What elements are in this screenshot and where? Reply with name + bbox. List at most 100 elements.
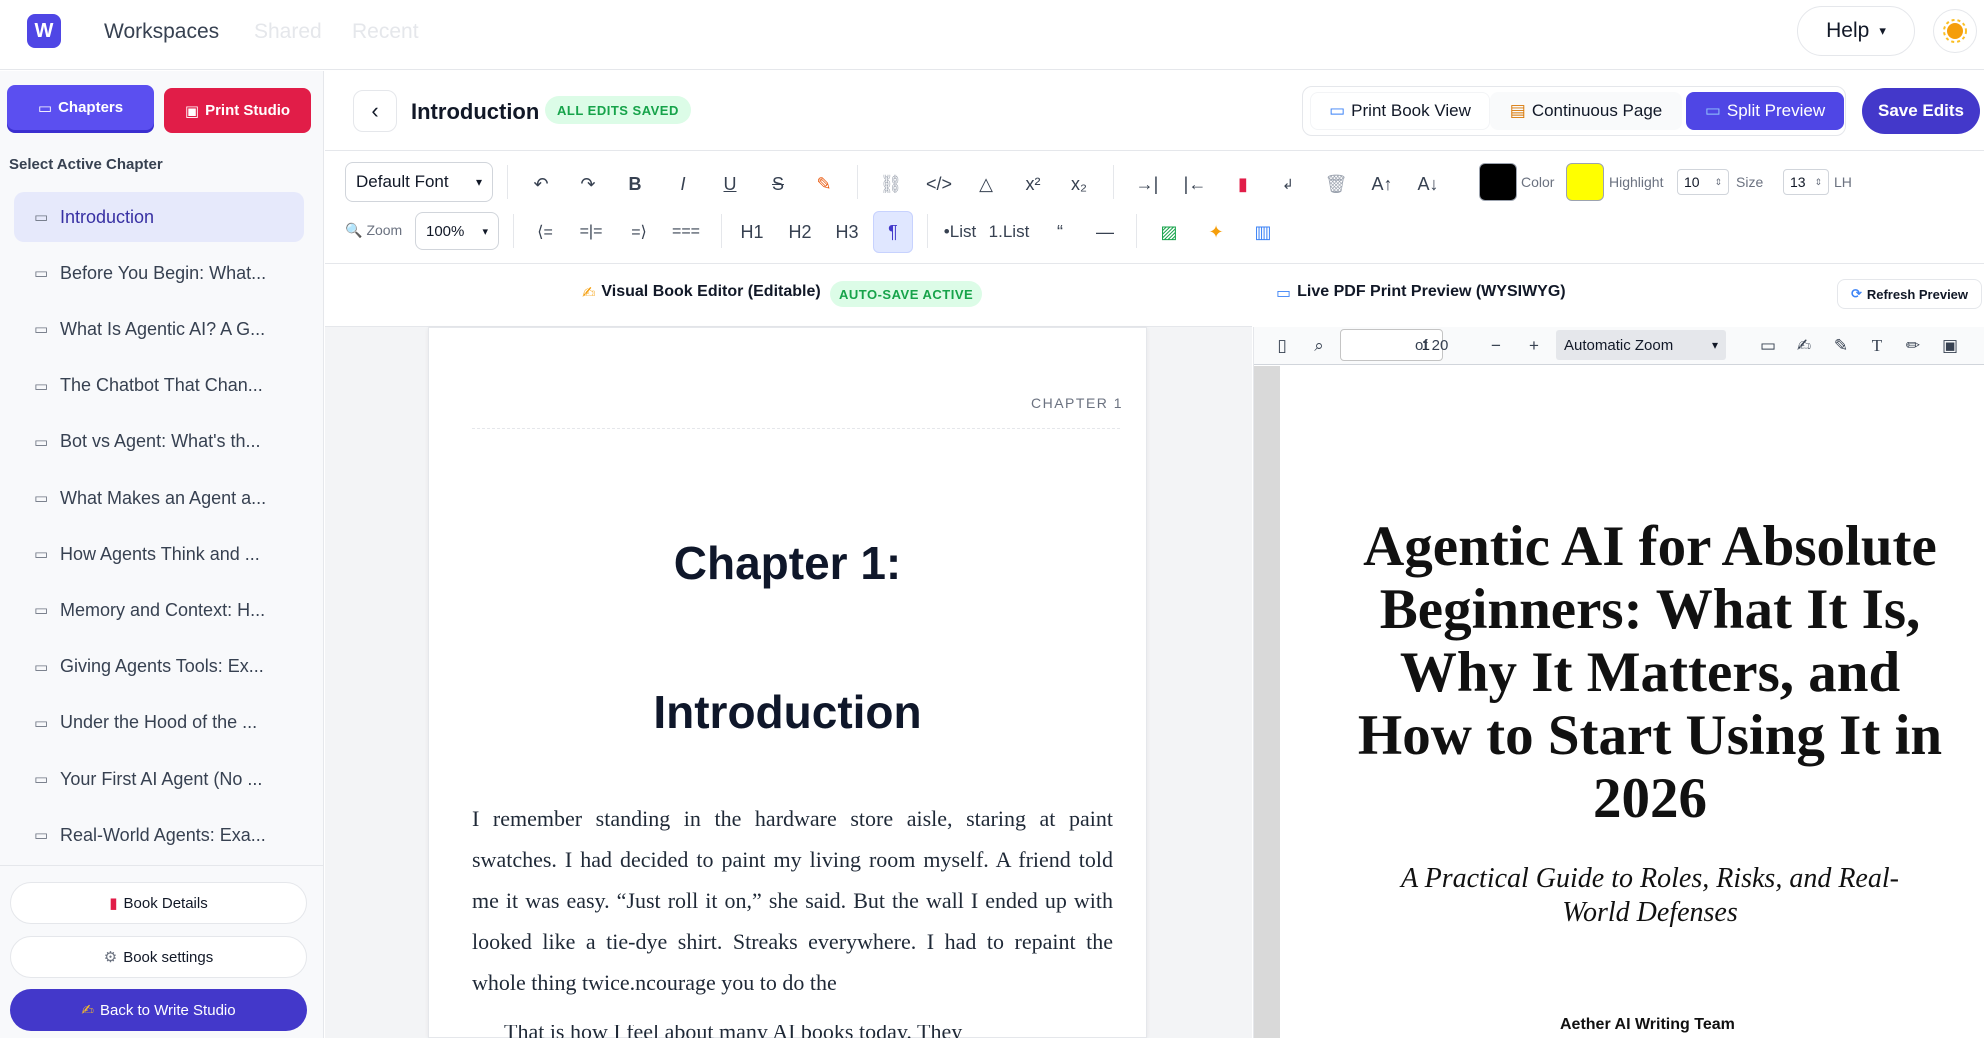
bullet-list-button[interactable]: •List <box>937 212 983 252</box>
chapter-title-heading[interactable]: Introduction <box>428 685 1147 739</box>
strikethrough-button[interactable]: S <box>760 164 796 204</box>
comment-icon[interactable]: ▭ <box>1754 334 1782 358</box>
h1-button[interactable]: H1 <box>733 212 771 252</box>
undo-button[interactable]: ↶ <box>523 164 559 204</box>
sidebar-item-chapter[interactable]: ▭ What Makes an Agent a... <box>14 473 304 523</box>
image-icon[interactable]: ▨ <box>1151 212 1187 252</box>
nav-recent[interactable]: Recent <box>352 20 419 44</box>
sidebar-item-chapter[interactable]: ▭ Introduction <box>14 192 304 242</box>
highlight-pen-icon[interactable]: ✎ <box>1827 334 1855 358</box>
highlight-stepper[interactable]: 10 ⇕ <box>1677 169 1729 195</box>
sidebar-item-chapter[interactable]: ▭ What Is Agentic AI? A G... <box>14 304 304 354</box>
book-details-button[interactable]: ▮ Book Details <box>10 882 307 924</box>
sidebar-toggle-icon[interactable]: ▯ <box>1268 334 1296 358</box>
chapter-heading[interactable]: Chapter 1: <box>428 536 1147 590</box>
sidebar-item-chapter[interactable]: ▭ Under the Hood of the ... <box>14 698 304 748</box>
sidebar-item-label: What Makes an Agent a... <box>60 487 267 508</box>
triangle-icon[interactable]: △ <box>968 164 1004 204</box>
sidebar-item-chapter[interactable]: ▭ Giving Agents Tools: Ex... <box>14 642 304 692</box>
sidebar-item-label: Your First AI Agent (No ... <box>60 768 263 789</box>
chart-icon[interactable]: ▥ <box>1245 212 1281 252</box>
continuous-page-button[interactable]: ▤ Continuous Page <box>1490 92 1682 130</box>
zoom-out-button[interactable]: − <box>1483 334 1509 358</box>
justify-button[interactable]: === <box>666 212 706 252</box>
size-stepper[interactable]: 13 ⇕ <box>1783 169 1829 195</box>
pdf-zoom-select[interactable]: Automatic Zoom ▾ <box>1556 330 1726 360</box>
paragraph-button[interactable]: ¶ <box>873 211 913 253</box>
search-icon[interactable]: ⌕ <box>1305 334 1333 358</box>
sign-icon[interactable]: ✍ <box>1790 334 1818 358</box>
underline-button[interactable]: U <box>712 164 748 204</box>
print-book-view-button[interactable]: ▭ Print Book View <box>1310 92 1490 130</box>
brush-icon[interactable]: ✎ <box>806 164 842 204</box>
help-button[interactable]: Help ▾ <box>1797 6 1915 56</box>
italic-button[interactable]: I <box>665 164 701 204</box>
nav-workspaces[interactable]: Workspaces <box>104 20 219 44</box>
font-select[interactable]: Default Font ▾ <box>345 162 493 202</box>
tab-print-studio[interactable]: ▣ Print Studio <box>164 88 311 133</box>
sidebar-item-label: The Chatbot That Chan... <box>60 375 263 396</box>
sidebar-item-chapter[interactable]: ▭ Bot vs Agent: What's th... <box>14 417 304 467</box>
magic-wand-icon[interactable]: ✦ <box>1198 212 1234 252</box>
book-icon: ▭ <box>34 265 49 283</box>
book-icon: ▭ <box>34 658 49 676</box>
highlight-color-swatch[interactable] <box>1566 163 1604 201</box>
stepper-value: 13 <box>1790 174 1806 190</box>
indent-icon[interactable]: →| <box>1129 164 1165 204</box>
back-button[interactable]: ‹ <box>353 90 397 132</box>
align-center-button[interactable]: =|= <box>571 212 611 252</box>
code-button[interactable]: </> <box>917 164 961 204</box>
zoom-in-button[interactable]: + <box>1521 334 1547 358</box>
sidebar-item-chapter[interactable]: ▭ How Agents Think and ... <box>14 529 304 579</box>
zoom-select[interactable]: 100% ▾ <box>415 212 499 250</box>
editor-paragraph[interactable]: That is how I feel about many AI books t… <box>472 1025 1113 1038</box>
superscript-button[interactable]: x² <box>1015 164 1051 204</box>
bold-button[interactable]: B <box>617 164 653 204</box>
book-settings-label: Book settings <box>123 948 214 966</box>
back-to-write-studio-button[interactable]: ✍ Back to Write Studio <box>10 989 307 1031</box>
h3-button[interactable]: H3 <box>828 212 866 252</box>
numbered-list-button[interactable]: 1.List <box>985 212 1033 252</box>
text-color-swatch[interactable] <box>1479 163 1517 201</box>
sidebar-item-chapter[interactable]: ▭ Memory and Context: H... <box>14 585 304 635</box>
book-icon: ▭ <box>34 546 49 564</box>
link-icon[interactable]: ⛓ <box>873 164 909 204</box>
chapter-label: CHAPTER 1 <box>1031 395 1124 411</box>
book-settings-button[interactable]: ⚙ Book settings <box>10 936 307 978</box>
sidebar-item-chapter[interactable]: ▭ Real-World Agents: Exa... <box>14 810 304 860</box>
theme-toggle-button[interactable] <box>1933 9 1977 53</box>
font-grow-button[interactable]: A↑ <box>1364 164 1400 204</box>
font-shrink-button[interactable]: A↓ <box>1410 164 1446 204</box>
zoom-value: 100% <box>426 222 465 240</box>
line-break-icon[interactable]: ↲ <box>1270 164 1306 204</box>
sidebar-item-chapter[interactable]: ▭ Your First AI Agent (No ... <box>14 754 304 804</box>
sidebar-item-chapter[interactable]: ▭ Before You Begin: What... <box>14 248 304 298</box>
subscript-button[interactable]: x₂ <box>1061 164 1097 204</box>
image-icon[interactable]: ▣ <box>1936 334 1964 358</box>
book-icon: ▭ <box>34 714 49 732</box>
redo-button[interactable]: ↷ <box>570 164 606 204</box>
app-logo[interactable]: W <box>27 14 61 48</box>
refresh-preview-button[interactable]: ⟳ Refresh Preview <box>1837 279 1982 309</box>
align-right-button[interactable]: =⟩ <box>619 212 659 252</box>
quote-button[interactable]: “ <box>1042 212 1078 252</box>
trash-icon[interactable]: 🗑 <box>1318 164 1354 204</box>
tab-chapters[interactable]: ▭ Chapters <box>7 85 154 130</box>
outdent-icon[interactable]: |← <box>1177 164 1213 204</box>
h2-button[interactable]: H2 <box>781 212 819 252</box>
text-tool-icon[interactable]: T <box>1863 334 1891 358</box>
draw-icon[interactable]: ✏ <box>1899 334 1927 358</box>
sun-icon <box>1943 19 1967 43</box>
writing-hand-icon: ✍ <box>81 1002 94 1019</box>
sidebar-item-chapter[interactable]: ▭ The Chatbot That Chan... <box>14 361 304 411</box>
nav-shared[interactable]: Shared <box>254 20 322 44</box>
editor-paragraph[interactable]: I remember standing in the hardware stor… <box>472 798 1113 1003</box>
horizontal-rule-button[interactable]: — <box>1087 212 1123 252</box>
stepper-arrows-icon: ⇕ <box>1714 176 1722 187</box>
align-left-button[interactable]: ⟨= <box>525 212 565 252</box>
zoom-label-group: 🔍 Zoom <box>345 222 402 239</box>
font-select-value: Default Font <box>356 172 449 191</box>
save-edits-button[interactable]: Save Edits <box>1862 88 1980 134</box>
split-preview-button[interactable]: ▭ Split Preview <box>1686 92 1844 130</box>
page-break-icon[interactable]: ▮ <box>1225 164 1261 204</box>
